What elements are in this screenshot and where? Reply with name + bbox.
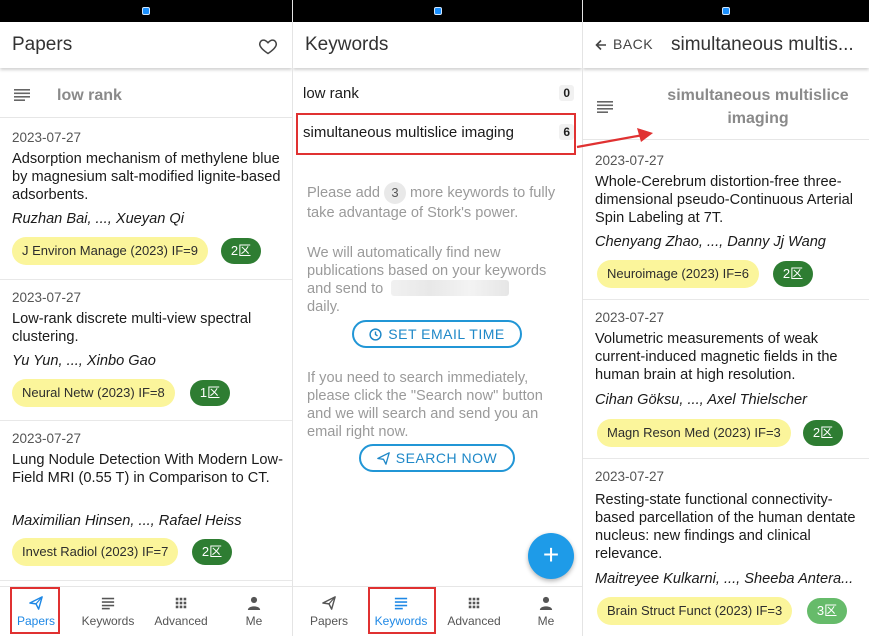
paper-card[interactable]: 2023-07-27 Lung Nodule Detection With Mo… [0,421,292,581]
journal-badge: Neural Netw (2023) IF=8 [12,379,175,407]
zone-badge: 1区 [190,380,230,406]
nav-advanced[interactable]: Advanced [145,587,217,635]
nav-me-label: Me [245,614,263,628]
app-bar: BACK simultaneous multis... [583,22,869,68]
send-icon [322,596,336,610]
remaining-count: 3 [384,182,407,204]
journal-badge: J Environ Manage (2023) IF=9 [12,237,208,265]
keyword-hint: Please add 3 more keywords to fully take a… [307,182,568,222]
add-keyword-button[interactable]: + [528,533,574,579]
clock-icon [369,328,382,341]
keyword-filter[interactable]: low rank [0,72,292,118]
zone-badge: 3区 [807,598,847,624]
journal-badge: Invest Radiol (2023) IF=7 [12,538,179,566]
filter-label: simultaneous multislice imaging [667,87,849,127]
set-email-time-button[interactable]: SET EMAIL TIME [352,320,522,348]
zone-badge: 2区 [221,238,261,264]
paper-title: Lung Nodule Detection With Modern Low-Fi… [12,452,283,486]
app-bar: Papers [0,22,292,68]
nav-me[interactable]: Me [218,587,290,635]
nav-advanced-label: Advanced [154,614,208,628]
paper-card[interactable]: 2023-07-27 Adsorption mechanism of methy… [0,120,292,280]
bottom-nav: Papers Keywords Advanced Me [293,586,582,636]
sort-lines-icon[interactable] [14,89,30,101]
paper-authors: Cihan Göksu, ..., Axel Thielscher [595,392,807,408]
page-title: simultaneous multis... [671,34,854,55]
person-icon [539,596,553,610]
paper-authors: Ruzhan Bai, ..., Xueyan Qi [12,211,184,227]
paper-title: Adsorption mechanism of methylene blue b… [12,151,281,203]
status-bar [583,0,869,22]
highlight-box [10,587,60,634]
keywords-screen: Keywords low rank 0 simultaneous multisl… [292,0,582,636]
keyword-detail-screen: BACK simultaneous multis... simultaneous… [582,0,869,636]
auto-tail: daily. [307,299,340,315]
journal-badge: Neuroimage (2023) IF=6 [597,260,759,288]
paper-date: 2023-07-27 [12,290,82,305]
paper-date: 2023-07-27 [595,310,665,325]
paper-title: Whole-Cerebrum distortion-free three-dim… [595,174,853,226]
nav-keywords-label: Keywords [81,614,135,628]
set-email-time-label: SET EMAIL TIME [388,326,505,342]
nav-advanced[interactable]: Advanced [438,587,510,635]
nav-me-label: Me [537,614,555,628]
zone-badge: 2区 [773,261,813,287]
paper-date: 2023-07-27 [12,130,82,145]
paper-authors: Yu Yun, ..., Xinbo Gao [12,353,156,369]
grid-icon [175,597,187,609]
back-button[interactable]: BACK [595,36,653,52]
nav-me[interactable]: Me [510,587,582,635]
paper-title: Volumetric measurements of weak current-… [595,331,838,383]
status-bar [0,0,292,22]
paper-date: 2023-07-27 [595,153,665,168]
search-now-label: SEARCH NOW [395,450,498,466]
list-icon [101,597,115,610]
nav-keywords[interactable]: Keywords [72,587,144,635]
redacted-email [391,280,509,296]
send-icon [376,452,390,465]
hint-prefix: Please add [307,185,381,201]
back-label: BACK [613,36,654,52]
papers-screen: Papers low rank 2023-07-27 Adsorption me… [0,0,292,636]
heart-icon[interactable] [258,36,278,56]
sort-lines-icon[interactable] [597,101,613,113]
page-title: Keywords [305,34,389,55]
paper-authors: Maitreyee Kulkarni, ..., Sheeba Antera..… [595,571,854,587]
search-info: If you need to search immediately, pleas… [307,370,543,440]
nav-papers-label: Papers [309,614,349,628]
paper-date: 2023-07-27 [595,469,665,484]
nav-papers[interactable]: Papers [293,587,365,635]
highlight-box [368,587,436,634]
arrow-left-icon [595,39,606,51]
notification-icon [722,7,730,15]
paper-authors: Chenyang Zhao, ..., Danny Jj Wang [595,234,826,250]
paper-card[interactable]: 2023-07-27 Whole-Cerebrum distortion-fre… [583,143,869,300]
journal-badge: Brain Struct Funct (2023) IF=3 [597,597,793,625]
notification-icon [142,7,150,15]
journal-badge: Magn Reson Med (2023) IF=3 [597,419,791,447]
keyword-label: low rank [303,85,359,102]
grid-icon [468,597,480,609]
highlight-box [296,113,576,155]
paper-card[interactable]: 2023-07-27 Volumetric measurements of we… [583,300,869,459]
nav-advanced-label: Advanced [447,614,501,628]
search-now-button[interactable]: SEARCH NOW [359,444,515,472]
paper-title: Low-rank discrete multi-view spectral cl… [12,311,252,345]
paper-card[interactable]: 2023-07-27 Low-rank discrete multi-view … [0,280,292,421]
paper-date: 2023-07-27 [12,431,82,446]
keyword-item[interactable]: low rank 0 [293,75,582,113]
keyword-count: 0 [559,85,574,101]
app-bar: Keywords [293,22,582,68]
notification-icon [433,7,442,15]
zone-badge: 2区 [192,539,232,565]
paper-authors: Maximilian Hinsen, ..., Rafael Heiss [12,513,242,529]
paper-title: Resting-state functional connectivity-ba… [595,492,856,562]
annotation-arrow [576,128,653,149]
paper-card[interactable]: 2023-07-27 Resting-state functional conn… [583,459,869,636]
zone-badge: 2区 [803,420,843,446]
filter-label: low rank [57,87,122,104]
status-bar [293,0,582,22]
page-title: Papers [12,34,73,55]
person-icon [247,596,261,610]
